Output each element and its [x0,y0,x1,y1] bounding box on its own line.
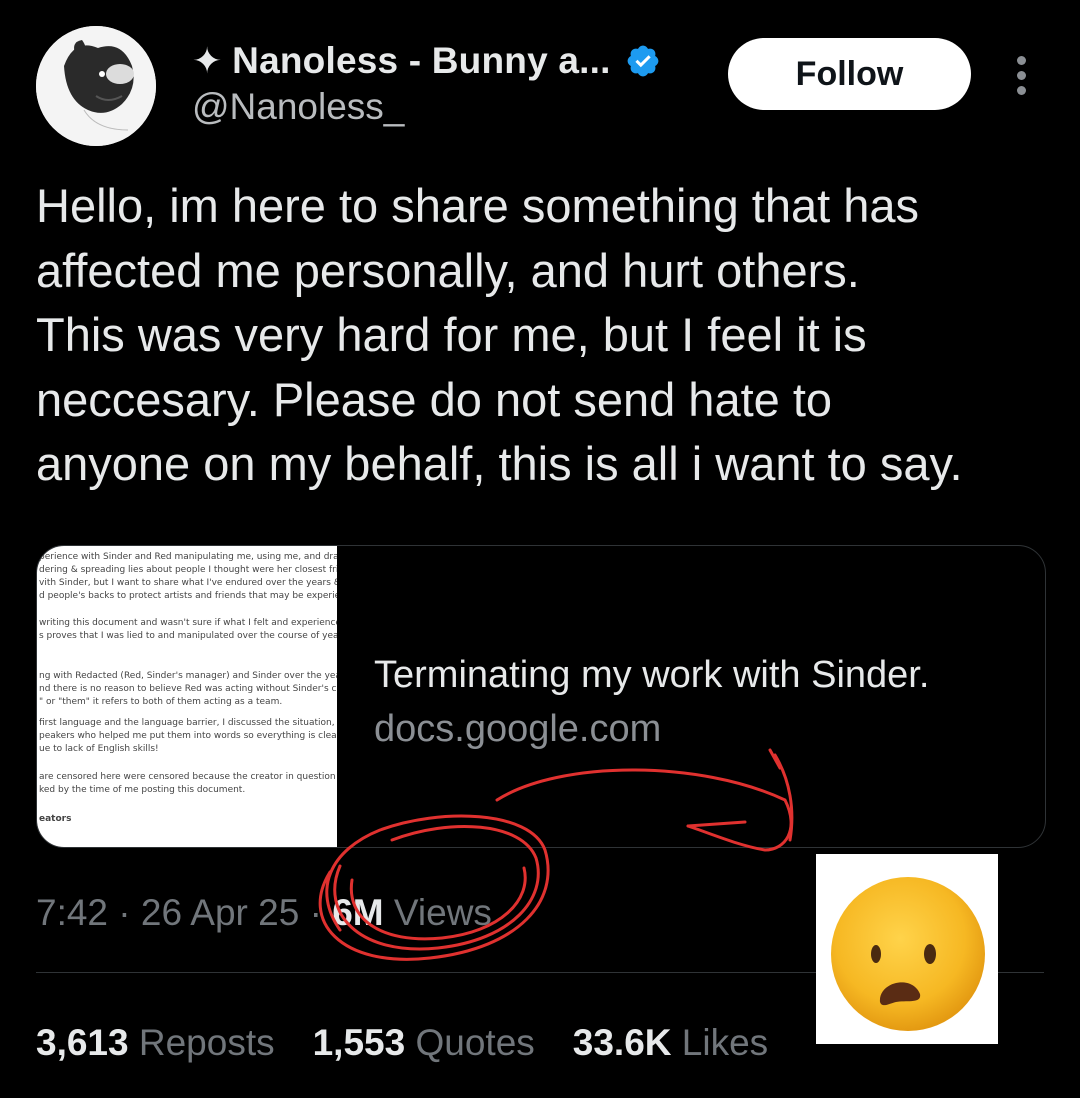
thumbnail-text-line: peakers who helped me put them into word… [39,731,337,741]
link-card-title[interactable]: Terminating my work with Sinder. [374,654,929,697]
views-label: Views [393,892,492,933]
thumbnail-text-line: vith Sinder, but I want to share what I'… [39,578,337,588]
thumbnail-text-line: perience with Sinder and Red manipulatin… [39,552,337,562]
frowning-face-icon [831,877,985,1031]
thumbnail-text-line: d people's backs to protect artists and … [39,591,337,601]
tweet-text: Hello, im here to share something that h… [36,174,1046,497]
more-options-icon[interactable] [1006,56,1036,96]
quotes-label: Quotes [415,1022,535,1063]
link-card-domain: docs.google.com [374,708,662,750]
thumbnail-text-line: eators [39,814,72,824]
likes-label: Likes [681,1022,769,1063]
thumbnail-text-line: ng with Redacted (Red, Sinder's manager)… [39,671,337,681]
views-count: 6M [332,892,384,933]
meta-separator: · [309,892,322,933]
thumbnail-text-line: dering & spreading lies about people I t… [39,565,337,575]
likes-count: 33.6K [572,1022,672,1063]
tweet-line: This was very hard for me, but I feel it… [36,308,867,361]
tweet-line: Hello, im here to share something that h… [36,179,920,232]
reposts-stat[interactable]: 3,613 Reposts [36,1022,275,1064]
meta-separator: · [118,892,131,933]
emoji-sticker [816,854,998,1044]
follow-button[interactable]: Follow [728,38,971,110]
thumbnail-text-line: s proves that I was lied to and manipula… [39,631,337,641]
author-name-row[interactable]: ✦ Nanoless - Bunny a... [192,38,661,84]
thumbnail-text-line: " or "them" it refers to both of them ac… [39,697,283,707]
quotes-stat[interactable]: 1,553 Quotes [313,1022,535,1064]
author-avatar[interactable] [36,26,156,146]
tweet-meta: 7:42 · 26 Apr 25 · 6M Views [36,892,492,934]
tweet-time: 7:42 [36,892,109,933]
verified-badge-icon [627,45,658,77]
thumbnail-text-line: are censored here were censored because … [39,772,337,782]
thumbnail-text-line: first language and the language barrier,… [39,718,337,728]
thumbnail-text-line: nd there is no reason to believe Red was… [39,684,337,694]
reposts-label: Reposts [138,1022,275,1063]
tweet-date[interactable]: 26 Apr 25 [141,892,299,933]
tweet-line: affected me personally, and hurt others. [36,243,860,297]
tweet-line: anyone on my behalf, this is all i want … [36,437,963,490]
thumbnail-text-line: writing this document and wasn't sure if… [39,618,337,628]
tweet-line: neccesary. Please do not send hate to [36,372,833,426]
author-display-name[interactable]: Nanoless - Bunny a... [232,40,610,82]
link-preview-card[interactable]: perience with Sinder and Red manipulatin… [36,545,1046,848]
avatar-image [36,26,156,146]
author-handle[interactable]: @Nanoless_ [192,86,404,128]
thumbnail-text-line: ked by the time of me posting this docum… [39,785,246,795]
sparkle-icon: ✦ [192,40,223,81]
document-thumbnail: perience with Sinder and Red manipulatin… [37,546,337,847]
thumbnail-text-line: ue to lack of English skills! [39,744,159,754]
quotes-count: 1,553 [312,1022,406,1063]
engagement-stats: 3,613 Reposts 1,553 Quotes 33.6K Likes [36,1022,768,1064]
likes-stat[interactable]: 33.6K Likes [573,1022,768,1064]
reposts-count: 3,613 [36,1022,129,1063]
